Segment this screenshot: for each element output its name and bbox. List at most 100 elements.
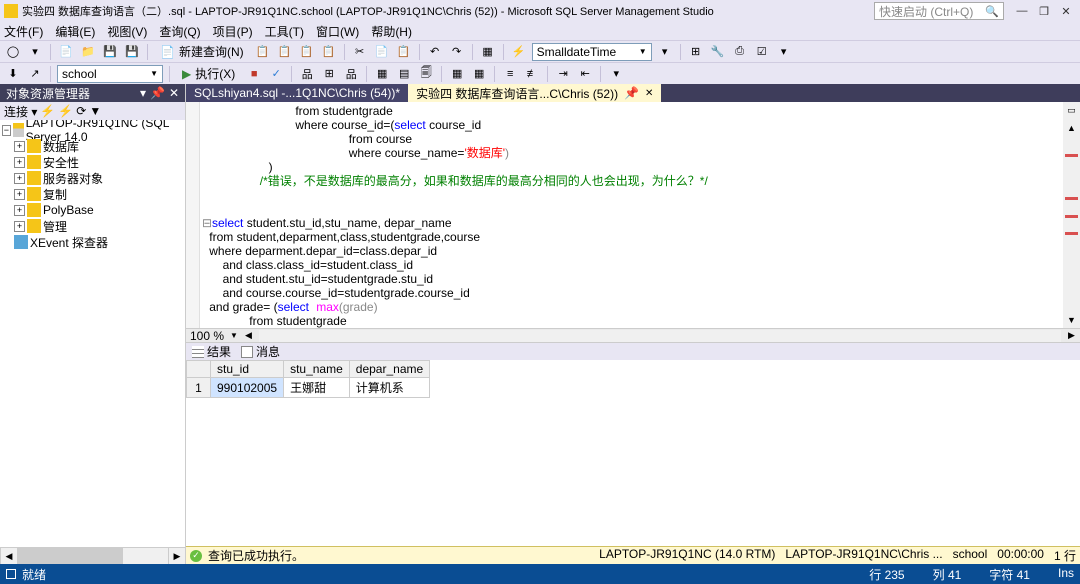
datatype-dropdown[interactable]: SmalldateTime▼ <box>532 43 652 61</box>
comment-icon[interactable]: ≡ <box>501 65 519 83</box>
close-button[interactable]: ✕ <box>1056 3 1076 19</box>
oe-tool-1[interactable]: ⚡ <box>40 104 55 118</box>
parse-button[interactable]: ✓ <box>267 65 285 83</box>
toolbar2-btn-5[interactable]: 品 <box>342 65 360 83</box>
tree-node-polybase[interactable]: + PolyBase <box>0 202 185 218</box>
header-stu-id[interactable]: stu_id <box>211 361 284 378</box>
maximize-button[interactable]: ❐ <box>1034 3 1054 19</box>
redo-icon[interactable]: ↷ <box>448 43 466 61</box>
scroll-left-icon[interactable]: ◀ <box>0 548 17 564</box>
close-icon[interactable]: ✕ <box>169 86 179 100</box>
tree-node-xevent[interactable]: XEvent 探查器 <box>0 234 185 250</box>
copy-icon[interactable]: 📄 <box>373 43 391 61</box>
save-all-icon[interactable]: 💾 <box>123 43 141 61</box>
undo-icon[interactable]: ↶ <box>426 43 444 61</box>
menu-edit[interactable]: 编辑(E) <box>55 23 95 40</box>
expand-icon[interactable]: + <box>14 205 25 216</box>
menu-query[interactable]: 查询(Q) <box>159 23 200 40</box>
toolbar-btn-7[interactable]: ⊞ <box>687 43 705 61</box>
scroll-down-icon[interactable]: ▼ <box>1063 311 1080 328</box>
chevron-down-icon-2[interactable]: ▾ <box>775 43 793 61</box>
open-file-icon[interactable]: 📁 <box>79 43 97 61</box>
fold-icon[interactable]: ⊟ <box>202 216 212 230</box>
toolbar2-btn-1[interactable]: ⬇ <box>4 65 22 83</box>
toolbar2-btn-7[interactable]: ▤ <box>395 65 413 83</box>
scroll-thumb[interactable] <box>17 548 123 564</box>
toolbar-btn-2[interactable]: 📋 <box>276 43 294 61</box>
database-dropdown[interactable]: school▼ <box>57 65 163 83</box>
tab-sqlshiyan4[interactable]: SQLshiyan4.sql -...1Q1NC\Chris (54))* <box>186 84 408 102</box>
back-button[interactable]: ◯ <box>4 43 22 61</box>
expand-icon[interactable]: + <box>14 157 25 168</box>
zoom-value[interactable]: 100 % <box>186 329 228 343</box>
vertical-scrollbar[interactable]: ▭ ▲ ▼ <box>1063 102 1080 328</box>
quick-launch-input[interactable]: 快速启动 (Ctrl+Q) 🔍 <box>874 2 1004 20</box>
cell-stu-id[interactable]: 990102005 <box>211 378 284 398</box>
toolbar2-btn-11[interactable]: ▾ <box>607 65 625 83</box>
toolbar2-btn-10[interactable]: ▦ <box>470 65 488 83</box>
tree-node-security[interactable]: + 安全性 <box>0 154 185 170</box>
tree-server-node[interactable]: − LAPTOP-JR91Q1NC (SQL Server 14.0 <box>0 122 185 138</box>
tree-node-server-objects[interactable]: + 服务器对象 <box>0 170 185 186</box>
stop-button[interactable]: ■ <box>245 65 263 83</box>
header-depar-name[interactable]: depar_name <box>349 361 429 378</box>
menu-file[interactable]: 文件(F) <box>4 23 43 40</box>
connect-button[interactable]: 连接 ▾ <box>4 103 37 120</box>
chevron-down-icon[interactable]: ▾ <box>656 43 674 61</box>
execute-button[interactable]: ▶执行(X) <box>176 65 241 83</box>
minimize-button[interactable]: — <box>1012 3 1032 19</box>
cell-depar-name[interactable]: 计算机系 <box>349 378 429 398</box>
pin-icon[interactable]: 📌 <box>150 86 165 100</box>
toolbar-btn-8[interactable]: 🔧 <box>709 43 727 61</box>
tab-active[interactable]: 实验四 数据库查询语言...C\Chris (52)) 📌 ✕ <box>408 84 661 102</box>
toolbar2-btn-9[interactable]: ▦ <box>448 65 466 83</box>
object-explorer-tree[interactable]: − LAPTOP-JR91Q1NC (SQL Server 14.0 + 数据库… <box>0 120 185 547</box>
toolbar2-btn-2[interactable]: ↗ <box>26 65 44 83</box>
new-query-button[interactable]: 📄新建查询(N) <box>154 43 250 61</box>
chevron-down-icon[interactable]: ▼ <box>228 331 240 340</box>
save-icon[interactable]: 💾 <box>101 43 119 61</box>
collapse-icon[interactable]: − <box>2 125 11 136</box>
code-editor[interactable]: from studentgrade where course_id=(selec… <box>186 102 1080 328</box>
menu-tools[interactable]: 工具(T) <box>265 23 304 40</box>
toolbar2-btn-8[interactable]: 🗐 <box>417 65 435 83</box>
toolbar-btn-3[interactable]: 📋 <box>298 43 316 61</box>
refresh-icon[interactable]: ⟳ <box>76 104 86 118</box>
results-grid[interactable]: stu_id stu_name depar_name 1 990102005 王… <box>186 360 1080 546</box>
new-file-icon[interactable]: 📄 <box>57 43 75 61</box>
toolbar2-btn-4[interactable]: ⊞ <box>320 65 338 83</box>
toolbar-btn-4[interactable]: 📋 <box>320 43 338 61</box>
outdent-icon[interactable]: ⇤ <box>576 65 594 83</box>
indent-icon[interactable]: ⇥ <box>554 65 572 83</box>
cell-stu-name[interactable]: 王娜甜 <box>284 378 350 398</box>
toolbar2-btn-3[interactable]: 品 <box>298 65 316 83</box>
toolbar-btn-9[interactable]: ⎙ <box>731 43 749 61</box>
toolbar-btn-10[interactable]: ☑ <box>753 43 771 61</box>
tree-node-replication[interactable]: + 复制 <box>0 186 185 202</box>
split-icon[interactable]: ▭ <box>1063 102 1080 119</box>
tree-node-management[interactable]: + 管理 <box>0 218 185 234</box>
expand-icon[interactable]: + <box>14 173 25 184</box>
oe-tool-2[interactable]: ⚡ <box>58 104 73 118</box>
menu-help[interactable]: 帮助(H) <box>371 23 412 40</box>
toolbar2-btn-6[interactable]: ▦ <box>373 65 391 83</box>
uncomment-icon[interactable]: ≢ <box>523 65 541 83</box>
scroll-right-icon[interactable]: ▶ <box>168 548 185 564</box>
header-stu-name[interactable]: stu_name <box>284 361 350 378</box>
expand-icon[interactable]: + <box>14 221 25 232</box>
cut-icon[interactable]: ✂ <box>351 43 369 61</box>
toolbar-btn-1[interactable]: 📋 <box>254 43 272 61</box>
toolbar-btn-6[interactable]: ⚡ <box>510 43 528 61</box>
tab-messages[interactable]: 消息 <box>237 344 284 360</box>
toolbar-btn-5[interactable]: ▦ <box>479 43 497 61</box>
scroll-up-icon[interactable]: ▲ <box>1063 119 1080 136</box>
paste-icon[interactable]: 📋 <box>395 43 413 61</box>
menu-view[interactable]: 视图(V) <box>107 23 147 40</box>
scroll-left-icon[interactable]: ◀ <box>240 330 257 341</box>
menu-window[interactable]: 窗口(W) <box>316 23 359 40</box>
expand-icon[interactable]: + <box>14 189 25 200</box>
filter-icon[interactable]: ▼ <box>89 104 101 118</box>
code-text[interactable]: from studentgrade where course_id=(selec… <box>200 102 1063 328</box>
expand-icon[interactable]: + <box>14 141 25 152</box>
table-row[interactable]: 1 990102005 王娜甜 计算机系 <box>187 378 430 398</box>
